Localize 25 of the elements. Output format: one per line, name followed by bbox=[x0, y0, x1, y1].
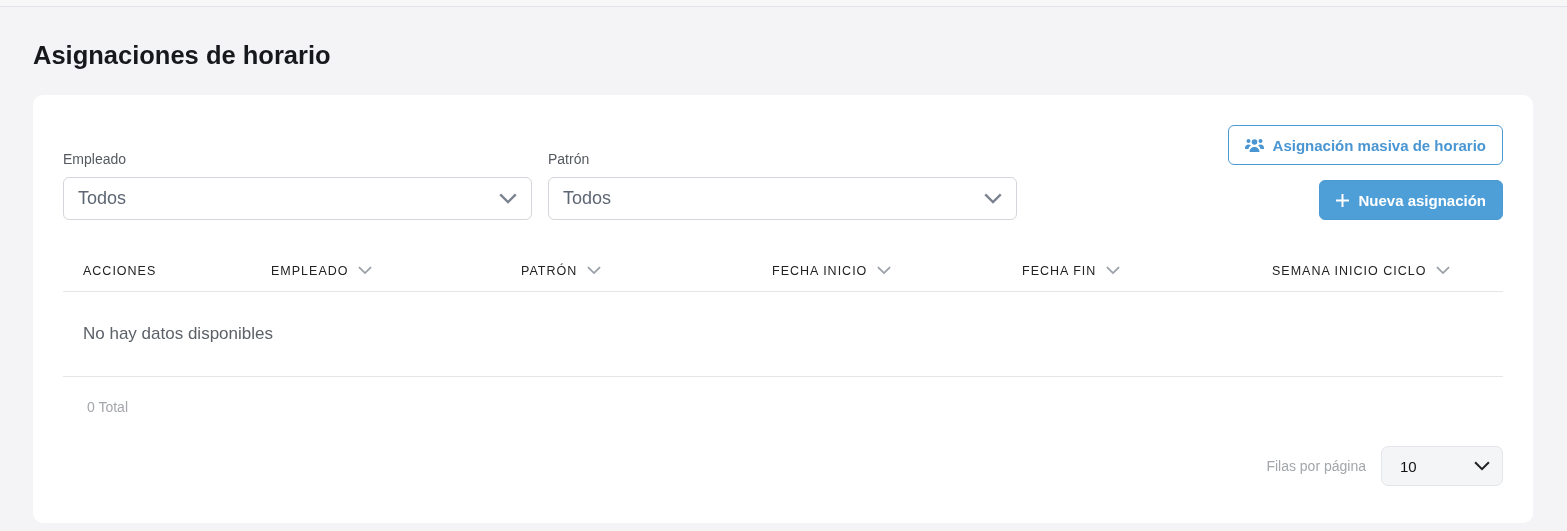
page-title: Asignaciones de horario bbox=[33, 40, 332, 71]
empty-message: No hay datos disponibles bbox=[63, 292, 1503, 377]
rows-per-page-label: Filas por página bbox=[1266, 458, 1366, 474]
plus-icon bbox=[1336, 193, 1350, 207]
column-header[interactable]: SEMANA INICIO CICLO bbox=[1272, 263, 1503, 278]
chevron-down-icon bbox=[499, 193, 517, 204]
column-header[interactable]: FECHA INICIO bbox=[772, 263, 1022, 278]
chevron-down-icon bbox=[587, 266, 602, 275]
chevron-down-icon bbox=[1106, 266, 1121, 275]
chevron-down-icon bbox=[1474, 461, 1490, 471]
chevron-down-icon bbox=[358, 266, 373, 275]
chevron-down-icon bbox=[984, 193, 1002, 204]
column-header[interactable]: PATRÓN bbox=[521, 263, 772, 278]
chevron-down-icon bbox=[1436, 266, 1451, 275]
column-header[interactable]: EMPLEADO bbox=[271, 263, 521, 278]
rows-per-page-select[interactable]: 10 bbox=[1381, 446, 1503, 486]
filter-select[interactable]: Todos bbox=[63, 177, 532, 220]
filter-select[interactable]: Todos bbox=[548, 177, 1017, 220]
filter-label: Empleado bbox=[63, 151, 128, 167]
total-count: 0 Total bbox=[86, 398, 129, 415]
filter-label: Patrón bbox=[548, 151, 591, 167]
users-icon bbox=[1244, 137, 1264, 153]
column-header[interactable]: FECHA FIN bbox=[1022, 263, 1272, 278]
column-header: ACCIONES bbox=[82, 263, 158, 278]
chevron-down-icon bbox=[877, 266, 892, 275]
